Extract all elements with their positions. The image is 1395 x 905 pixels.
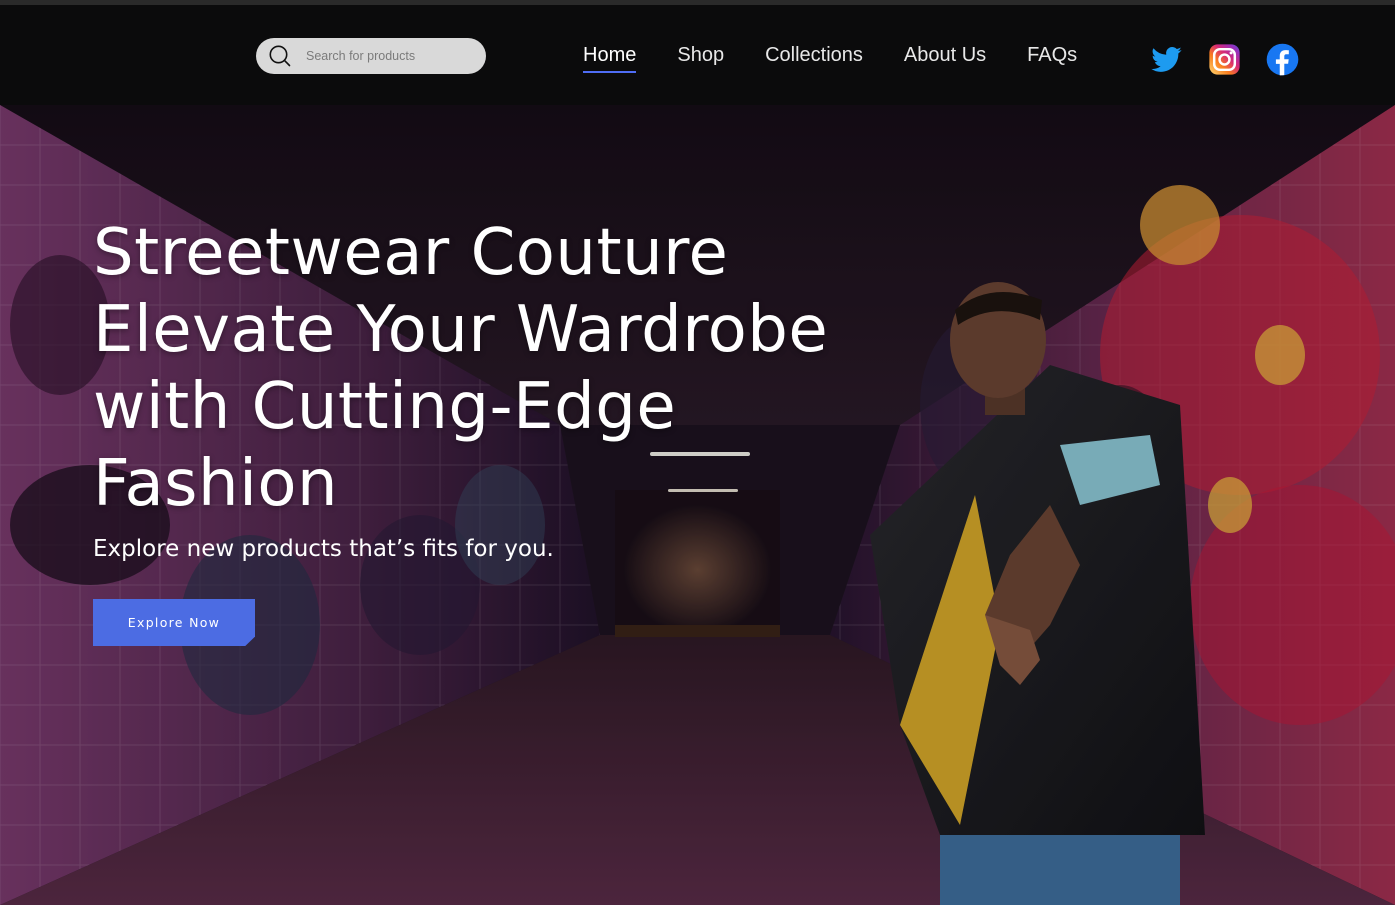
nav-link-shop[interactable]: Shop (677, 43, 724, 71)
nav-link-faqs[interactable]: FAQs (1027, 43, 1077, 71)
landing-page: Home Shop Collections About Us FAQs (0, 0, 1395, 905)
main-nav: Home Shop Collections About Us FAQs (583, 43, 1077, 73)
social-links (1150, 43, 1299, 76)
nav-link-collections[interactable]: Collections (765, 43, 863, 71)
hero-headline: Streetwear Couture Elevate Your Wardrobe… (93, 216, 829, 521)
search-input[interactable] (304, 48, 478, 64)
instagram-icon[interactable] (1208, 43, 1241, 76)
twitter-icon[interactable] (1150, 43, 1183, 76)
top-navbar: Home Shop Collections About Us FAQs (0, 0, 1395, 105)
nav-link-about-us[interactable]: About Us (904, 43, 986, 71)
hero-section: Streetwear Couture Elevate Your Wardrobe… (0, 105, 1395, 905)
facebook-icon[interactable] (1266, 43, 1299, 76)
search-icon (269, 45, 291, 67)
hero-subtext: Explore new products that’s fits for you… (93, 536, 554, 562)
search-bar[interactable] (256, 38, 486, 74)
nav-link-home[interactable]: Home (583, 43, 637, 73)
explore-now-button[interactable]: Explore Now (93, 599, 255, 646)
